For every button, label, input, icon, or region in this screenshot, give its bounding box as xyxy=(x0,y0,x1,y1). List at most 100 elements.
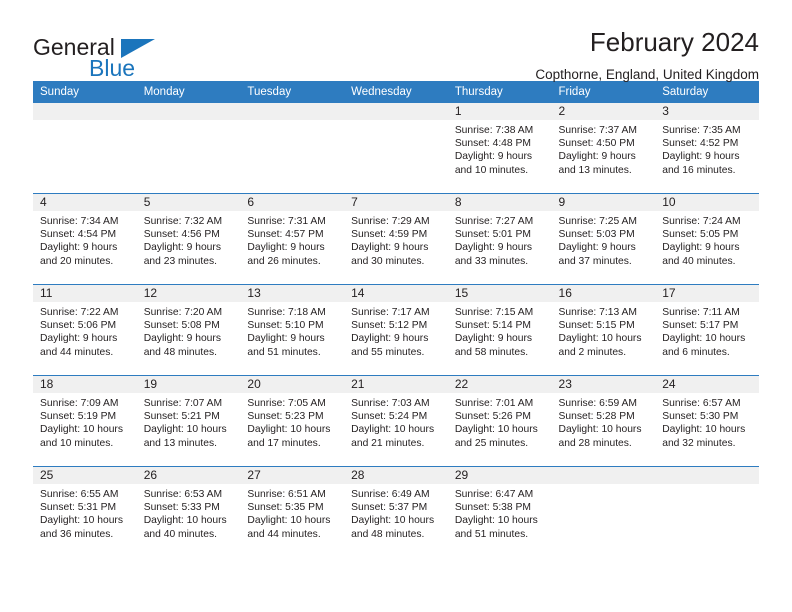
calendar-day-cell[interactable]: 20 Sunrise: 7:05 AM Sunset: 5:23 PM Dayligh… xyxy=(240,375,345,467)
day-detail-line: Daylight: 9 hours xyxy=(143,242,221,254)
calendar-day-cell[interactable]: 9 Sunrise: 7:25 AM Sunset: 5:03 PM Daylight… xyxy=(551,193,656,285)
day-detail-line: and 51 minutes. xyxy=(247,346,321,358)
day-number xyxy=(344,103,448,120)
calendar-day-cell[interactable]: 8 Sunrise: 7:27 AM Sunset: 5:01 PM Daylight… xyxy=(447,193,552,285)
day-detail-line: Sunset: 4:54 PM xyxy=(40,229,117,241)
calendar-day-cell[interactable]: 16 Sunrise: 7:13 AM Sunset: 5:15 PM Dayligh… xyxy=(551,284,656,376)
day-detail-line: and 48 minutes. xyxy=(351,528,425,540)
day-detail-line: Sunset: 5:24 PM xyxy=(351,411,428,423)
day-detail-line: Sunset: 4:56 PM xyxy=(143,229,220,241)
calendar-body: 1 Sunrise: 7:38 AM Sunset: 4:48 PM Daylight… xyxy=(33,103,759,557)
day-number: 1 xyxy=(447,103,552,120)
day-number: 18 xyxy=(33,376,137,393)
day-detail-line: Sunset: 5:33 PM xyxy=(143,502,220,514)
calendar-week-row: 11 Sunrise: 7:22 AM Sunset: 5:06 PM Dayligh… xyxy=(33,284,759,376)
day-detail-text: Sunrise: 7:31 AM Sunset: 4:57 PM Daylight:… xyxy=(240,211,344,268)
day-detail-line: Sunset: 5:01 PM xyxy=(454,229,531,241)
day-detail-line: Daylight: 9 hours xyxy=(662,242,740,254)
calendar-week-row: 18 Sunrise: 7:09 AM Sunset: 5:19 PM Dayligh… xyxy=(33,375,759,467)
day-number: 20 xyxy=(240,376,345,393)
day-detail-line: Daylight: 10 hours xyxy=(40,424,123,436)
calendar-day-cell[interactable]: 12 Sunrise: 7:20 AM Sunset: 5:08 PM Dayligh… xyxy=(136,284,241,376)
day-number: 23 xyxy=(551,376,656,393)
day-number xyxy=(136,103,241,120)
day-detail-line: Sunrise: 7:05 AM xyxy=(247,398,326,409)
day-number: 16 xyxy=(551,285,656,302)
day-detail-line: and 28 minutes. xyxy=(558,437,632,449)
day-detail-text: Sunrise: 7:22 AM Sunset: 5:06 PM Daylight:… xyxy=(33,302,137,359)
day-detail-line: and 40 minutes. xyxy=(143,528,217,540)
day-detail-text: Sunrise: 7:18 AM Sunset: 5:10 PM Daylight:… xyxy=(240,302,344,359)
calendar-day-cell[interactable]: 23 Sunrise: 6:59 AM Sunset: 5:28 PM Dayligh… xyxy=(551,375,656,467)
day-detail-line: Sunrise: 7:07 AM xyxy=(143,398,223,409)
calendar-day-cell[interactable]: 21 Sunrise: 7:03 AM Sunset: 5:24 PM Dayligh… xyxy=(344,375,448,467)
day-detail-line: Daylight: 9 hours xyxy=(143,333,221,345)
day-detail-line: Daylight: 10 hours xyxy=(351,515,435,527)
day-number: 28 xyxy=(344,467,448,484)
day-detail-line: Daylight: 9 hours xyxy=(454,333,533,345)
day-number: 14 xyxy=(344,285,448,302)
day-detail-line: Daylight: 9 hours xyxy=(40,242,118,254)
calendar-day-cell[interactable]: 28 Sunrise: 6:49 AM Sunset: 5:37 PM Dayligh… xyxy=(344,466,448,557)
weekday-header-monday: Monday xyxy=(136,81,241,103)
weekday-header-wednesday: Wednesday xyxy=(344,81,448,103)
day-detail-line: Sunrise: 7:20 AM xyxy=(143,307,223,318)
calendar-day-cell[interactable]: 11 Sunrise: 7:22 AM Sunset: 5:06 PM Dayligh… xyxy=(33,284,137,376)
day-detail-text: Sunrise: 7:25 AM Sunset: 5:03 PM Daylight:… xyxy=(552,211,656,268)
day-detail-line: Daylight: 10 hours xyxy=(558,333,642,345)
day-detail-line: Daylight: 9 hours xyxy=(558,242,636,254)
day-number: 4 xyxy=(33,194,137,211)
day-number: 8 xyxy=(447,194,552,211)
calendar-day-cell[interactable]: 15 Sunrise: 7:15 AM Sunset: 5:14 PM Dayligh… xyxy=(447,284,552,376)
day-detail-line: Sunset: 4:52 PM xyxy=(662,138,739,150)
day-detail-line: Sunrise: 7:22 AM xyxy=(40,307,119,318)
day-number: 25 xyxy=(33,467,137,484)
day-detail-text xyxy=(137,120,241,124)
calendar-day-cell[interactable]: 29 Sunrise: 6:47 AM Sunset: 5:38 PM Dayligh… xyxy=(447,466,552,557)
calendar-day-cell[interactable]: 4 Sunrise: 7:34 AM Sunset: 4:54 PM Daylight… xyxy=(33,193,137,285)
calendar-day-cell[interactable]: 10 Sunrise: 7:24 AM Sunset: 5:05 PM Dayligh… xyxy=(655,193,759,285)
calendar-day-cell[interactable]: 25 Sunrise: 6:55 AM Sunset: 5:31 PM Dayligh… xyxy=(33,466,137,557)
day-detail-line: Daylight: 10 hours xyxy=(247,424,331,436)
day-detail-line: and 20 minutes. xyxy=(40,255,114,267)
calendar-day-cell[interactable]: 1 Sunrise: 7:38 AM Sunset: 4:48 PM Daylight… xyxy=(447,103,552,194)
day-detail-line: Sunrise: 7:35 AM xyxy=(662,125,741,136)
day-detail-text: Sunrise: 7:24 AM Sunset: 5:05 PM Daylight:… xyxy=(655,211,759,268)
day-detail-line: Sunset: 5:37 PM xyxy=(351,502,428,514)
calendar-day-cell[interactable]: 27 Sunrise: 6:51 AM Sunset: 5:35 PM Dayligh… xyxy=(240,466,345,557)
day-detail-line: and 2 minutes. xyxy=(558,346,627,358)
general-blue-logo[interactable]: General Blue xyxy=(33,28,183,84)
day-detail-line: Sunrise: 7:17 AM xyxy=(351,307,430,318)
calendar-day-cell[interactable]: 5 Sunrise: 7:32 AM Sunset: 4:56 PM Daylight… xyxy=(136,193,241,285)
day-detail-line: and 33 minutes. xyxy=(454,255,529,267)
calendar-day-cell[interactable]: 14 Sunrise: 7:17 AM Sunset: 5:12 PM Dayligh… xyxy=(344,284,448,376)
day-detail-line: Sunrise: 7:15 AM xyxy=(454,307,534,318)
day-detail-text: Sunrise: 7:34 AM Sunset: 4:54 PM Daylight:… xyxy=(33,211,137,268)
calendar-day-cell[interactable]: 17 Sunrise: 7:11 AM Sunset: 5:17 PM Dayligh… xyxy=(655,284,759,376)
day-number: 3 xyxy=(655,103,759,120)
calendar-day-cell[interactable]: 6 Sunrise: 7:31 AM Sunset: 4:57 PM Daylight… xyxy=(240,193,345,285)
calendar-day-cell[interactable]: 26 Sunrise: 6:53 AM Sunset: 5:33 PM Dayligh… xyxy=(136,466,241,557)
calendar-day-cell[interactable]: 18 Sunrise: 7:09 AM Sunset: 5:19 PM Dayligh… xyxy=(33,375,137,467)
day-detail-text: Sunrise: 7:05 AM Sunset: 5:23 PM Daylight:… xyxy=(240,393,344,450)
calendar-day-cell[interactable]: 2 Sunrise: 7:37 AM Sunset: 4:50 PM Daylight… xyxy=(551,103,656,194)
calendar-day-cell[interactable]: 7 Sunrise: 7:29 AM Sunset: 4:59 PM Daylight… xyxy=(344,193,448,285)
calendar-day-cell[interactable]: 19 Sunrise: 7:07 AM Sunset: 5:21 PM Dayligh… xyxy=(136,375,241,467)
calendar-day-cell[interactable]: 3 Sunrise: 7:35 AM Sunset: 4:52 PM Daylight… xyxy=(655,103,759,194)
day-number: 17 xyxy=(655,285,759,302)
day-number: 10 xyxy=(655,194,759,211)
day-detail-line: Sunset: 5:06 PM xyxy=(40,320,117,332)
calendar-day-cell[interactable]: 24 Sunrise: 6:57 AM Sunset: 5:30 PM Dayligh… xyxy=(655,375,759,467)
day-detail-line: and 10 minutes. xyxy=(40,437,114,449)
day-detail-line: Sunrise: 7:25 AM xyxy=(558,216,637,227)
calendar-day-cell-empty xyxy=(240,103,345,194)
day-detail-line: Sunrise: 7:24 AM xyxy=(662,216,741,227)
day-detail-text xyxy=(344,120,448,124)
day-detail-text: Sunrise: 6:51 AM Sunset: 5:35 PM Daylight:… xyxy=(240,484,344,541)
day-detail-line: Sunrise: 7:31 AM xyxy=(247,216,326,227)
day-detail-line: and 44 minutes. xyxy=(247,528,321,540)
calendar-day-cell[interactable]: 22 Sunrise: 7:01 AM Sunset: 5:26 PM Dayligh… xyxy=(447,375,552,467)
calendar-week-row: 25 Sunrise: 6:55 AM Sunset: 5:31 PM Dayligh… xyxy=(33,466,759,557)
calendar-day-cell[interactable]: 13 Sunrise: 7:18 AM Sunset: 5:10 PM Dayligh… xyxy=(240,284,345,376)
day-detail-line: Daylight: 10 hours xyxy=(662,424,746,436)
